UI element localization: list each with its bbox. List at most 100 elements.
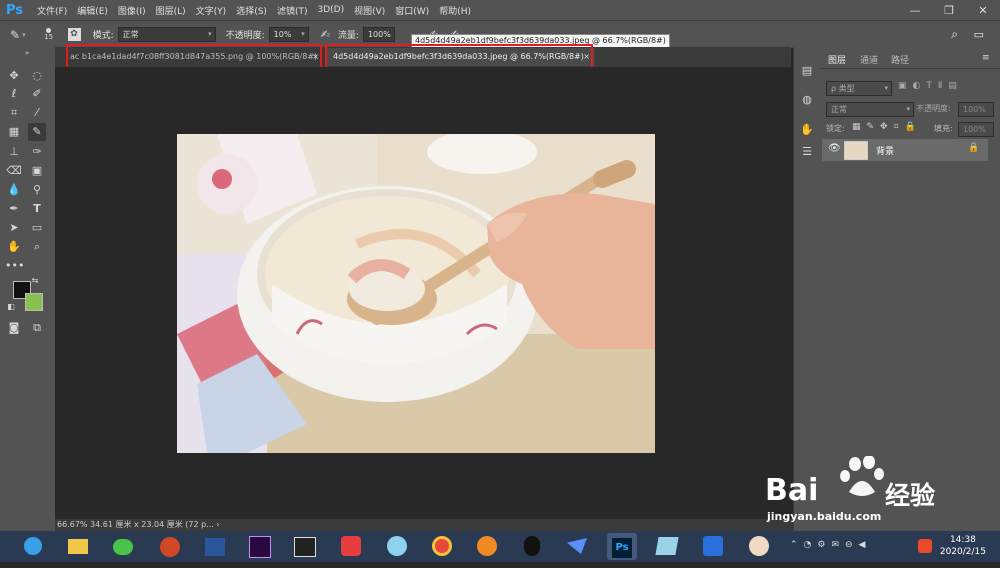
history-brush-tool-icon[interactable]: ✑ (28, 143, 46, 161)
hand-tool-icon[interactable]: ✋ (5, 238, 23, 256)
eye-icon[interactable]: 👁 (828, 143, 841, 154)
filter-icons[interactable]: ▣◐TⅡ▤ (898, 81, 963, 91)
lasso-tool-icon[interactable]: ℓ (5, 85, 23, 103)
dodge-tool-icon[interactable]: ⚲ (28, 181, 46, 199)
panel-menu-icon[interactable]: ≡ (982, 53, 990, 63)
game-app-icon[interactable] (744, 533, 774, 560)
taskbar: Ps ⌃◔⚙✉⊖◀ 14:38 2020/2/15 (0, 531, 1000, 562)
path-select-tool-icon[interactable]: ➤ (5, 219, 23, 237)
wps-icon[interactable] (698, 533, 728, 560)
premiere-icon[interactable] (245, 533, 275, 560)
zoom-tool-icon[interactable]: ⌕ (28, 238, 46, 256)
brush-panel-icon[interactable]: ✋ (798, 121, 816, 139)
flow-value: 100% (367, 30, 391, 39)
brush-tool-icon[interactable]: ✎ (28, 123, 46, 141)
blur-tool-icon[interactable]: 💧 (5, 181, 23, 199)
tab-channels[interactable]: 通道 (860, 53, 878, 66)
brush-tool-icon[interactable]: ✎ (10, 28, 20, 42)
screen-mode-icon[interactable]: ⧉ (28, 319, 46, 337)
brush-preset-picker[interactable]: 15 (40, 28, 58, 41)
default-colors-icon[interactable]: ◧ (6, 302, 16, 312)
tab-paths[interactable]: 路径 (891, 53, 909, 66)
clone-stamp-tool-icon[interactable]: ⊥ (5, 143, 23, 161)
ps-taskbar-label: Ps (612, 538, 632, 558)
minimize-button[interactable]: — (898, 4, 932, 17)
healing-brush-tool-icon[interactable]: ▦ (5, 123, 23, 141)
close-button[interactable]: ✕ (966, 4, 1000, 17)
powerpoint-icon[interactable] (155, 533, 185, 560)
system-tray-icons[interactable]: ⌃◔⚙✉⊖◀ (790, 540, 871, 550)
menu-layer[interactable]: 图层(L) (151, 4, 191, 17)
restore-button[interactable]: ❐ (932, 4, 966, 17)
layer-opacity-field[interactable]: 100% (958, 102, 994, 117)
opacity-field[interactable]: 10% ▾ (268, 27, 309, 42)
wechat-icon[interactable] (108, 533, 138, 560)
marquee-tool-icon[interactable]: ◌ (28, 67, 46, 85)
chevron-down-icon[interactable]: ▾ (22, 31, 26, 39)
lock-icons[interactable]: ▦✎✥⌗🔒 (852, 122, 922, 132)
notes-app-icon[interactable] (652, 533, 682, 560)
document-image[interactable] (177, 134, 655, 453)
fill-label: 填充: (934, 124, 953, 133)
eyedropper-tool-icon[interactable]: ⁄ (28, 104, 46, 122)
quick-mask-icon[interactable]: ◙ (5, 319, 23, 337)
properties-panel-icon[interactable]: ◍ (798, 91, 816, 109)
feishu-icon[interactable] (562, 533, 592, 560)
jingyan-brand: 经验 (885, 481, 936, 510)
qq-app-icon[interactable] (382, 533, 412, 560)
chevron-down-icon: ▾ (301, 30, 305, 38)
menu-file[interactable]: 文件(F) (32, 4, 72, 17)
video-editor-icon[interactable] (290, 533, 320, 560)
menu-select[interactable]: 选择(S) (231, 4, 272, 17)
type-tool-icon[interactable]: T (28, 200, 46, 218)
office-app-icon[interactable] (336, 533, 366, 560)
menu-edit[interactable]: 编辑(E) (72, 4, 113, 17)
more-tools-icon[interactable]: ••• (5, 257, 24, 275)
history-panel-icon[interactable]: ▤ (798, 62, 816, 80)
layer-row[interactable]: 👁 背景 🔒 (822, 139, 988, 161)
menu-window[interactable]: 窗口(W) (390, 4, 434, 17)
fill-field[interactable]: 100% (958, 122, 994, 137)
tab-layers[interactable]: 图层 (828, 53, 846, 66)
move-tool-icon[interactable]: ✥ (5, 67, 23, 85)
media-player-icon[interactable] (472, 533, 502, 560)
pen-tool-icon[interactable]: ✒ (5, 200, 23, 218)
menu-view[interactable]: 视图(V) (349, 4, 390, 17)
layer-name: 背景 (876, 147, 895, 157)
blend-mode-select[interactable]: 正常 ▾ (826, 102, 914, 117)
eraser-tool-icon[interactable]: ⌫ (5, 162, 23, 180)
menu-filter[interactable]: 滤镜(T) (272, 4, 313, 17)
search-icon[interactable]: ⌕ (951, 27, 958, 42)
menu-type[interactable]: 文字(Y) (191, 4, 232, 17)
quick-select-tool-icon[interactable]: ✐ (28, 85, 46, 103)
layer-opacity-label: 不透明度: (916, 104, 951, 113)
menu-image[interactable]: 图像(I) (113, 4, 151, 17)
qq-icon[interactable] (517, 533, 547, 560)
crop-tool-icon[interactable]: ⌗ (5, 104, 23, 122)
mode-value: 正常 (122, 30, 139, 39)
file-explorer-icon[interactable] (63, 533, 93, 560)
panel-collapse-icon[interactable]: » (18, 49, 36, 57)
lock-icon: 🔒 (968, 143, 980, 153)
browser-icon[interactable] (18, 533, 48, 560)
chevron-down-icon: ▾ (906, 105, 910, 113)
menu-3d[interactable]: 3D(D) (312, 5, 349, 15)
flow-field[interactable]: 100% (362, 27, 395, 42)
menu-help[interactable]: 帮助(H) (434, 4, 476, 17)
highlight-box (325, 44, 593, 69)
mode-select[interactable]: 正常 ▾ (117, 27, 216, 42)
gradient-tool-icon[interactable]: ▣ (28, 162, 46, 180)
swap-colors-icon[interactable]: ⇆ (30, 276, 40, 286)
background-color-swatch[interactable] (25, 293, 43, 311)
adjustments-panel-icon[interactable]: ☰ (798, 143, 816, 161)
layer-filter-select[interactable]: ρ 类型 ▾ (826, 81, 892, 96)
brush-panel-toggle-icon[interactable]: ✿ (67, 28, 81, 41)
word-icon[interactable] (200, 533, 230, 560)
pressure-opacity-icon[interactable]: ✍ (321, 28, 330, 41)
rectangle-tool-icon[interactable]: ▭ (28, 219, 46, 237)
photoshop-taskbar-icon[interactable]: Ps (607, 533, 637, 560)
workspace-icon[interactable]: ▭ (974, 28, 984, 41)
clock[interactable]: 14:38 2020/2/15 (940, 534, 986, 558)
chrome-icon[interactable] (427, 533, 457, 560)
ime-icon[interactable] (918, 539, 932, 553)
